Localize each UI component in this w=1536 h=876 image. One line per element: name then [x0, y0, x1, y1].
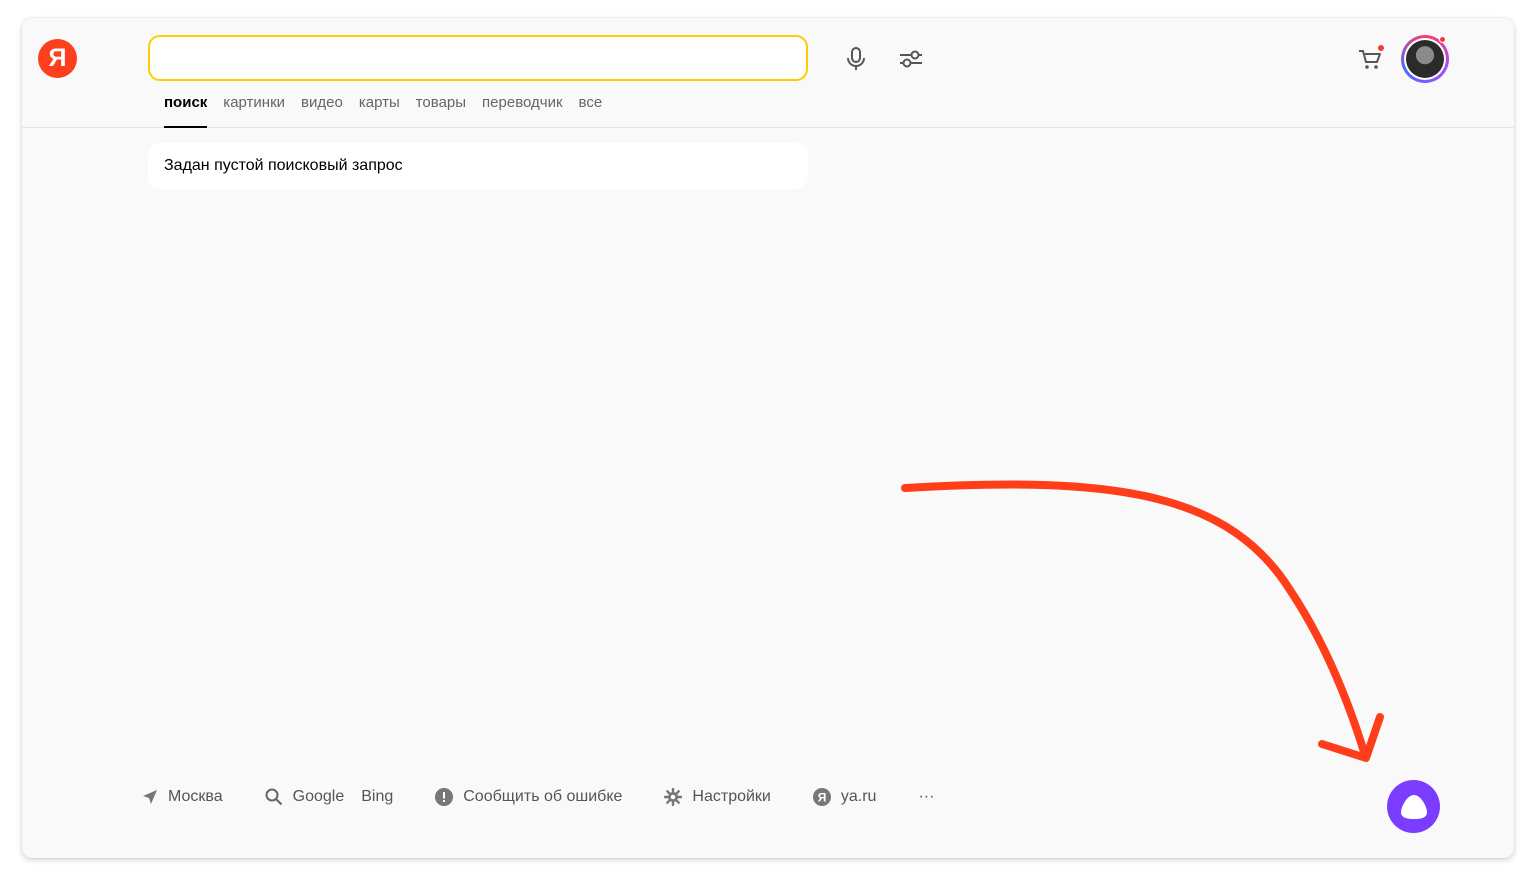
filters-icon[interactable]	[898, 46, 924, 72]
user-avatar[interactable]	[1401, 35, 1449, 83]
tab-products[interactable]: товары	[416, 94, 466, 128]
tab-all[interactable]: все	[579, 94, 603, 128]
browser-window: Я поиск картинки видео карты товары пере…	[22, 18, 1514, 858]
yaru-link[interactable]: Я ya.ru	[812, 788, 877, 806]
alice-icon	[1400, 794, 1427, 819]
google-link[interactable]: Google	[293, 788, 345, 806]
tab-translator[interactable]: переводчик	[482, 94, 562, 128]
yandex-logo[interactable]: Я	[38, 39, 77, 78]
other-engines: Google Bing	[265, 788, 393, 806]
alert-icon	[435, 788, 454, 806]
location-arrow-icon	[142, 789, 158, 805]
gear-icon	[664, 788, 683, 806]
logo-letter: Я	[48, 44, 67, 72]
location-label: Москва	[168, 788, 223, 805]
report-label: Сообщить об ошибке	[463, 788, 623, 805]
tab-images[interactable]: картинки	[223, 94, 285, 128]
header: Я поиск картинки видео карты товары пере…	[22, 18, 1514, 128]
search-icon	[265, 788, 283, 806]
report-error-link[interactable]: Сообщить об ошибке	[435, 788, 622, 806]
alice-button[interactable]	[1387, 780, 1440, 833]
more-button[interactable]: ···	[918, 788, 934, 806]
microphone-icon[interactable]	[843, 46, 869, 72]
yaru-label: ya.ru	[840, 788, 877, 805]
settings-link[interactable]: Настройки	[664, 788, 771, 806]
empty-query-notice: Задан пустой поисковый запрос	[148, 143, 808, 189]
search-box[interactable]	[148, 35, 808, 81]
tab-video[interactable]: видео	[301, 94, 343, 128]
cart-badge	[1378, 45, 1384, 51]
search-input[interactable]	[150, 37, 806, 79]
tab-search[interactable]: поиск	[164, 94, 208, 128]
notification-badge	[1439, 36, 1446, 43]
search-tabs: поиск картинки видео карты товары перево…	[164, 94, 618, 128]
more-icon: ···	[918, 788, 935, 805]
footer: Москва Google Bing Сообщить об ошибке На…	[142, 788, 976, 806]
bing-link[interactable]: Bing	[361, 788, 393, 806]
avatar-image	[1406, 40, 1444, 78]
notice-text: Задан пустой поисковый запрос	[164, 157, 403, 174]
settings-label: Настройки	[692, 788, 771, 805]
yandex-icon: Я	[812, 788, 831, 806]
location-link[interactable]: Москва	[142, 788, 223, 806]
svg-text:Я: Я	[818, 791, 827, 805]
tab-maps[interactable]: карты	[359, 94, 400, 128]
cart-icon[interactable]	[1357, 45, 1384, 72]
